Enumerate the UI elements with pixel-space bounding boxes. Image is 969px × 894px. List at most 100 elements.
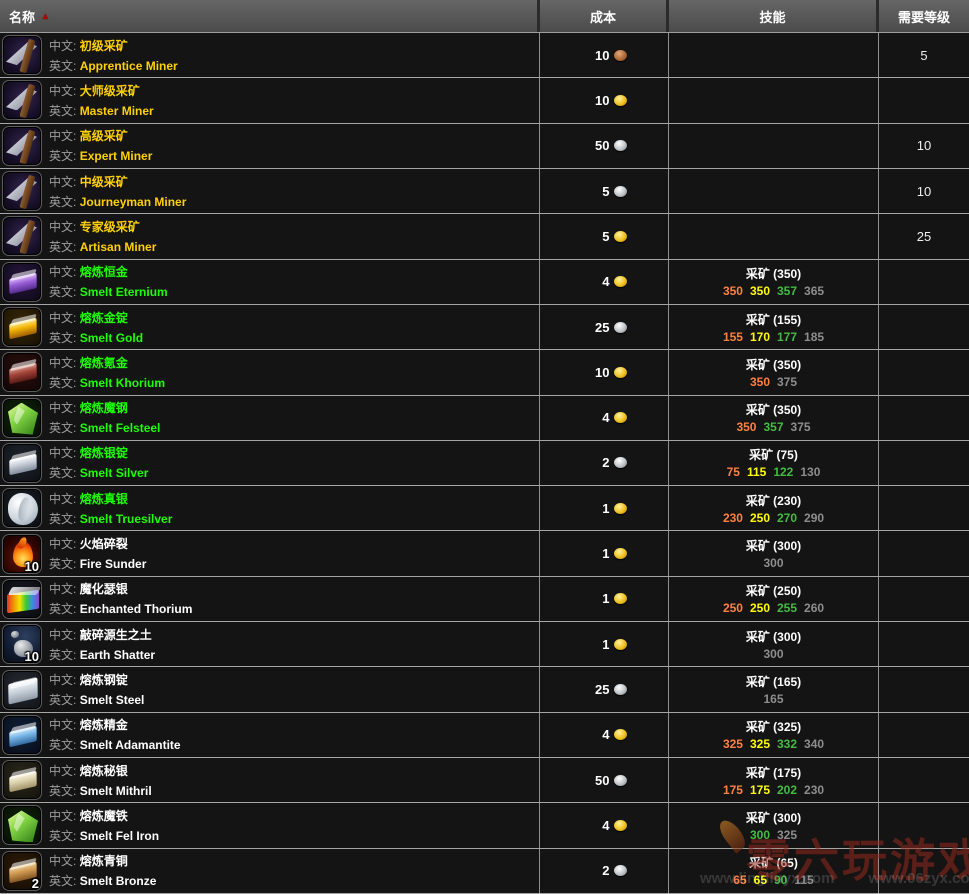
spell-name-english-link[interactable]: Earth Shatter	[80, 648, 155, 662]
spell-name-english-link[interactable]: Fire Sunder	[80, 557, 147, 571]
spell-names: 中文: 大师级采矿 英文: Master Miner	[49, 82, 154, 119]
spell-icon[interactable]	[2, 715, 42, 755]
english-label: 英文:	[49, 648, 76, 662]
spell-name-english-link[interactable]: Smelt Bronze	[80, 874, 157, 888]
spell-icon[interactable]	[2, 398, 42, 438]
spell-name-chinese-link[interactable]: 熔炼秘银	[80, 764, 128, 778]
spell-icon[interactable]	[2, 126, 42, 166]
spell-name-english-link[interactable]: Expert Miner	[80, 149, 153, 163]
cost-cell: 10	[540, 33, 669, 77]
required-level	[879, 622, 969, 666]
name-cell: 中文: 熔炼恒金 英文: Smelt Eternium	[0, 260, 540, 304]
chinese-label: 中文:	[49, 84, 76, 98]
spell-name-english-link[interactable]: Smelt Mithril	[80, 784, 152, 798]
skill-cell	[669, 214, 879, 258]
spell-icon[interactable]	[2, 579, 42, 619]
spell-icon[interactable]	[2, 216, 42, 256]
spell-name-chinese-link[interactable]: 熔炼魔钢	[80, 401, 128, 415]
cost-cell: 25	[540, 667, 669, 711]
spell-icon[interactable]: 10	[2, 624, 42, 664]
spell-name-chinese-link[interactable]: 熔炼真银	[80, 492, 128, 506]
spell-names: 中文: 中级采矿 英文: Journeyman Miner	[49, 173, 186, 210]
spell-name-chinese-link[interactable]: 熔炼钢锭	[80, 673, 128, 687]
spell-name-chinese-link[interactable]: 熔炼恒金	[80, 265, 128, 279]
spell-icon[interactable]	[2, 443, 42, 483]
coin-icon	[614, 367, 627, 378]
spell-icon[interactable]	[2, 488, 42, 528]
spell-name-english-link[interactable]: Journeyman Miner	[80, 195, 187, 209]
skill-value: 260	[804, 601, 824, 615]
column-header-required-level[interactable]: 需要等级	[879, 0, 969, 32]
spell-icon[interactable]	[2, 670, 42, 710]
chinese-label: 中文:	[49, 673, 76, 687]
name-cell: 中文: 大师级采矿 英文: Master Miner	[0, 78, 540, 122]
stack-count-badge: 10	[25, 559, 39, 574]
skill-cell: 采矿 (350) 350350357365	[669, 260, 879, 304]
spell-name-english-link[interactable]: Smelt Adamantite	[80, 738, 181, 752]
spell-name-english-link[interactable]: Master Miner	[80, 104, 154, 118]
spell-name-english-link[interactable]: Smelt Felsteel	[80, 421, 161, 435]
spell-list-table: 名称 ▲ 成本 技能 需要等级 中文: 初级采矿 英文:	[0, 0, 969, 894]
required-level: 10	[879, 124, 969, 168]
spell-name-chinese-link[interactable]: 熔炼魔铁	[80, 809, 128, 823]
spell-name-chinese-link[interactable]: 中级采矿	[80, 175, 128, 189]
name-cell: 中文: 初级采矿 英文: Apprentice Miner	[0, 33, 540, 77]
cost-cell: 1	[540, 486, 669, 530]
spell-name-english-link[interactable]: Smelt Steel	[80, 693, 145, 707]
spell-name-chinese-link[interactable]: 熔炼银锭	[80, 446, 128, 460]
spell-name-english-link[interactable]: Smelt Eternium	[80, 285, 168, 299]
chinese-label: 中文:	[49, 628, 76, 642]
spell-name-english-link[interactable]: Apprentice Miner	[80, 59, 178, 73]
column-header-name[interactable]: 名称 ▲	[0, 0, 540, 32]
required-level	[879, 849, 969, 893]
chinese-label: 中文:	[49, 492, 76, 506]
spell-name-english-link[interactable]: Smelt Truesilver	[80, 512, 173, 526]
spell-name-chinese-link[interactable]: 熔炼青铜	[80, 854, 128, 868]
spell-icon[interactable]	[2, 35, 42, 75]
cost-amount: 10	[582, 365, 610, 380]
spell-name-chinese-link[interactable]: 敲碎源生之土	[80, 628, 152, 642]
spell-icon[interactable]: 2	[2, 851, 42, 891]
skill-value: 350	[750, 284, 770, 298]
skill-cell	[669, 169, 879, 213]
table-row: 中文: 熔炼氪金 英文: Smelt Khorium 10 采矿 (350) 3…	[0, 350, 969, 395]
skill-breakpoints: 325325332340	[723, 737, 824, 751]
spell-name-chinese-link[interactable]: 熔炼金锭	[80, 311, 128, 325]
required-level: 5	[879, 33, 969, 77]
skill-value: 75	[727, 465, 740, 479]
spell-icon[interactable]	[2, 307, 42, 347]
spell-name-english-link[interactable]: Smelt Khorium	[80, 376, 165, 390]
spell-name-english-link[interactable]: Enchanted Thorium	[80, 602, 193, 616]
spell-icon[interactable]	[2, 80, 42, 120]
english-label: 英文:	[49, 738, 76, 752]
skill-breakpoints: 250250255260	[723, 601, 824, 615]
spell-name-chinese-link[interactable]: 熔炼精金	[80, 718, 128, 732]
spell-name-chinese-link[interactable]: 火焰碎裂	[80, 537, 128, 551]
spell-name-english-link[interactable]: Smelt Silver	[80, 466, 149, 480]
english-label: 英文:	[49, 693, 76, 707]
spell-icon[interactable]	[2, 262, 42, 302]
spell-icon[interactable]	[2, 760, 42, 800]
column-header-cost[interactable]: 成本	[540, 0, 669, 32]
spell-icon[interactable]	[2, 171, 42, 211]
spell-name-chinese-link[interactable]: 大师级采矿	[80, 84, 140, 98]
spell-name-chinese-link[interactable]: 专家级采矿	[80, 220, 140, 234]
table-row: 10 中文: 火焰碎裂 英文: Fire Sunder 1 采矿 (300) 3…	[0, 531, 969, 576]
skill-value: 340	[804, 737, 824, 751]
spell-name-chinese-link[interactable]: 熔炼氪金	[80, 356, 128, 370]
spell-name-chinese-link[interactable]: 高级采矿	[80, 129, 128, 143]
spell-name-chinese-link[interactable]: 魔化瑟银	[80, 582, 128, 596]
spell-icon[interactable]	[2, 805, 42, 845]
skill-value: 357	[763, 420, 783, 434]
spell-name-english-link[interactable]: Artisan Miner	[80, 240, 157, 254]
spell-name-chinese-link[interactable]: 初级采矿	[80, 39, 128, 53]
coin-icon	[614, 140, 627, 151]
column-header-skill[interactable]: 技能	[669, 0, 879, 32]
chinese-label: 中文:	[49, 311, 76, 325]
spell-name-english-link[interactable]: Smelt Fel Iron	[80, 829, 159, 843]
skill-title: 采矿 (350)	[746, 401, 801, 418]
spell-icon[interactable]: 10	[2, 534, 42, 574]
spell-icon[interactable]	[2, 352, 42, 392]
spell-name-english-link[interactable]: Smelt Gold	[80, 331, 143, 345]
coin-icon	[614, 548, 627, 559]
